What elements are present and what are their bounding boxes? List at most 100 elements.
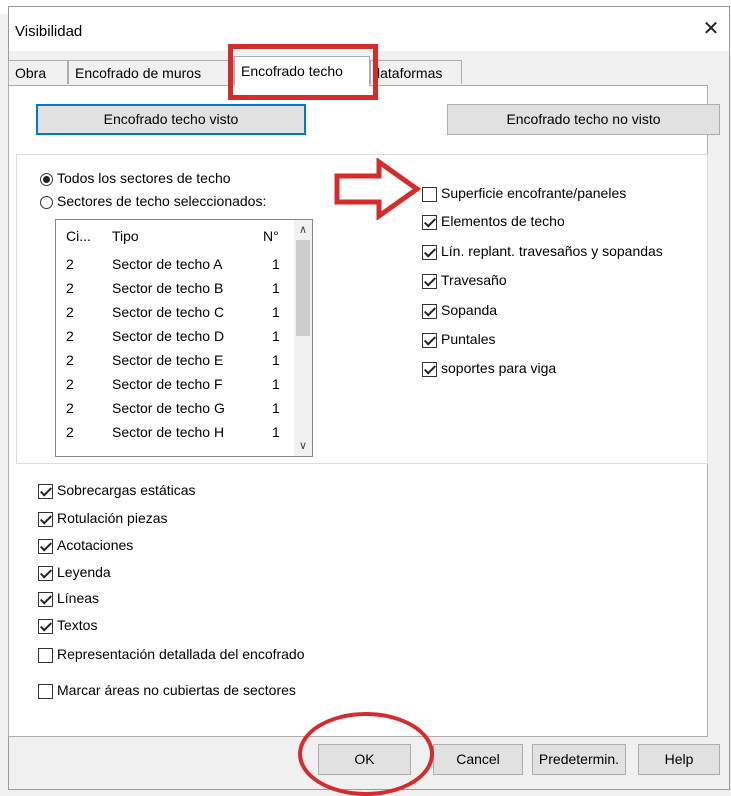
table-row[interactable]: 2 Sector de techo B 1 [56, 276, 294, 300]
chevron-down-icon[interactable]: ∨ [297, 440, 309, 452]
check-label: Leyenda [57, 564, 111, 580]
dialog-title: Visibilidad [15, 23, 83, 40]
check-label: Textos [57, 617, 98, 633]
column-header-n[interactable]: N° [263, 228, 279, 244]
cell-n: 1 [272, 328, 280, 344]
help-button[interactable]: Help [638, 744, 720, 775]
check-label: Líneas [57, 590, 100, 606]
check-label: soportes para viga [441, 360, 557, 376]
default-button[interactable]: Predetermin. [532, 744, 626, 775]
cell-ci: 2 [66, 256, 74, 272]
check-label: Superficie encofrante/paneles [441, 185, 627, 201]
check-sopanda[interactable]: Sopanda [422, 300, 497, 320]
tab-plataformas[interactable]: lataformas [370, 60, 462, 84]
check-lineas[interactable]: Líneas [38, 588, 99, 608]
cell-ci: 2 [66, 280, 74, 296]
check-label: Puntales [441, 331, 496, 347]
cell-n: 1 [272, 352, 280, 368]
check-puntales[interactable]: Puntales [422, 329, 495, 349]
annotation-arrow-icon [334, 158, 422, 220]
radio-all-sectors-label: Todos los sectores de techo [57, 170, 231, 186]
radio-unselected-icon [40, 195, 53, 209]
check-acotaciones[interactable]: Acotaciones [38, 535, 133, 555]
cell-tipo: Sector de techo D [112, 328, 225, 344]
encofrado-techo-no-visto-button[interactable]: Encofrado techo no visto [447, 104, 720, 135]
check-representacion-detallada[interactable]: Representación detallada del encofrado [38, 644, 305, 664]
chevron-up-icon[interactable]: ∧ [297, 224, 309, 236]
column-header-tipo[interactable]: Tipo [112, 228, 139, 244]
cell-tipo: Sector de techo C [112, 304, 225, 320]
cell-n: 1 [272, 304, 280, 320]
checkbox-checked-icon [38, 618, 53, 634]
cell-tipo: Sector de techo H [112, 424, 225, 440]
cell-ci: 2 [66, 304, 74, 320]
radio-selected-sectors-label: Sectores de techo seleccionados: [57, 193, 267, 209]
checkbox-checked-icon [422, 273, 437, 289]
check-marcar-areas[interactable]: Marcar áreas no cubiertas de sectores [38, 680, 296, 700]
checkbox-checked-icon [422, 303, 437, 319]
table-row[interactable]: 2 Sector de techo H 1 [56, 420, 294, 444]
cell-tipo: Sector de techo B [112, 280, 224, 296]
cell-ci: 2 [66, 424, 74, 440]
check-label: Acotaciones [57, 537, 134, 553]
cell-tipo: Sector de techo E [112, 352, 224, 368]
table-row[interactable]: 2 Sector de techo C 1 [56, 300, 294, 324]
checkbox-checked-icon [38, 538, 53, 554]
checkbox-checked-icon [38, 483, 53, 499]
table-row[interactable]: 2 Sector de techo G 1 [56, 396, 294, 420]
cell-ci: 2 [66, 352, 74, 368]
cancel-button[interactable]: Cancel [433, 744, 523, 775]
tab-encofrado-muros[interactable]: Encofrado de muros [68, 60, 234, 84]
checkbox-unchecked-icon [38, 647, 53, 663]
cell-n: 1 [272, 256, 280, 272]
check-label: Travesaño [441, 272, 507, 288]
checkbox-checked-icon [422, 361, 437, 377]
table-row[interactable]: 2 Sector de techo D 1 [56, 324, 294, 348]
cell-ci: 2 [66, 376, 74, 392]
cell-tipo: Sector de techo F [112, 376, 223, 392]
check-textos[interactable]: Textos [38, 615, 97, 635]
radio-selected-icon [40, 172, 53, 186]
sector-list[interactable]: Ci... Tipo N° 2 Sector de techo A 1 2 Se… [55, 219, 313, 457]
check-elementos-techo[interactable]: Elementos de techo [422, 211, 565, 231]
annotation-highlight-ellipse [298, 712, 434, 796]
scrollbar-thumb[interactable] [296, 240, 310, 336]
check-label: Lín. replant. travesaños y sopandas [441, 243, 663, 259]
check-lin-replant[interactable]: Lín. replant. travesaños y sopandas [422, 241, 663, 261]
cell-n: 1 [272, 280, 280, 296]
encofrado-techo-visto-button[interactable]: Encofrado techo visto [36, 104, 306, 135]
check-sobrecargas[interactable]: Sobrecargas estáticas [38, 480, 196, 500]
check-travesano[interactable]: Travesaño [422, 270, 507, 290]
table-row[interactable]: 2 Sector de techo F 1 [56, 372, 294, 396]
cell-n: 1 [272, 424, 280, 440]
table-row[interactable]: 2 Sector de techo A 1 [56, 252, 294, 276]
check-soportes-viga[interactable]: soportes para viga [422, 358, 556, 378]
check-label: Marcar áreas no cubiertas de sectores [57, 682, 296, 698]
checkbox-checked-icon [38, 511, 53, 527]
tab-obra[interactable]: Obra [8, 60, 68, 84]
close-icon[interactable]: ✕ [699, 17, 723, 41]
table-row[interactable]: 2 Sector de techo E 1 [56, 348, 294, 372]
checkbox-checked-icon [422, 332, 437, 348]
cell-tipo: Sector de techo G [112, 400, 225, 416]
cell-ci: 2 [66, 328, 74, 344]
check-label: Rotulación piezas [57, 510, 168, 526]
check-label: Representación detallada del encofrado [57, 646, 305, 662]
check-label: Sobrecargas estáticas [57, 482, 196, 498]
cell-n: 1 [272, 400, 280, 416]
cell-ci: 2 [66, 400, 74, 416]
radio-all-sectors[interactable]: Todos los sectores de techo [40, 168, 231, 188]
tab-encofrado-techo[interactable]: Encofrado techo [234, 56, 370, 86]
column-header-ci[interactable]: Ci... [66, 228, 91, 244]
checkbox-checked-icon [38, 591, 53, 607]
list-scrollbar[interactable]: ∧ ∨ [294, 220, 312, 456]
radio-selected-sectors[interactable]: Sectores de techo seleccionados: [40, 191, 266, 211]
check-leyenda[interactable]: Leyenda [38, 562, 111, 582]
check-label: Elementos de techo [441, 213, 565, 229]
check-rotulacion[interactable]: Rotulación piezas [38, 508, 168, 528]
cell-n: 1 [272, 376, 280, 392]
checkbox-unchecked-icon [422, 186, 437, 202]
checkbox-checked-icon [422, 244, 437, 260]
checkbox-checked-icon [38, 565, 53, 581]
check-superficie-encofrante[interactable]: Superficie encofrante/paneles [422, 183, 626, 203]
